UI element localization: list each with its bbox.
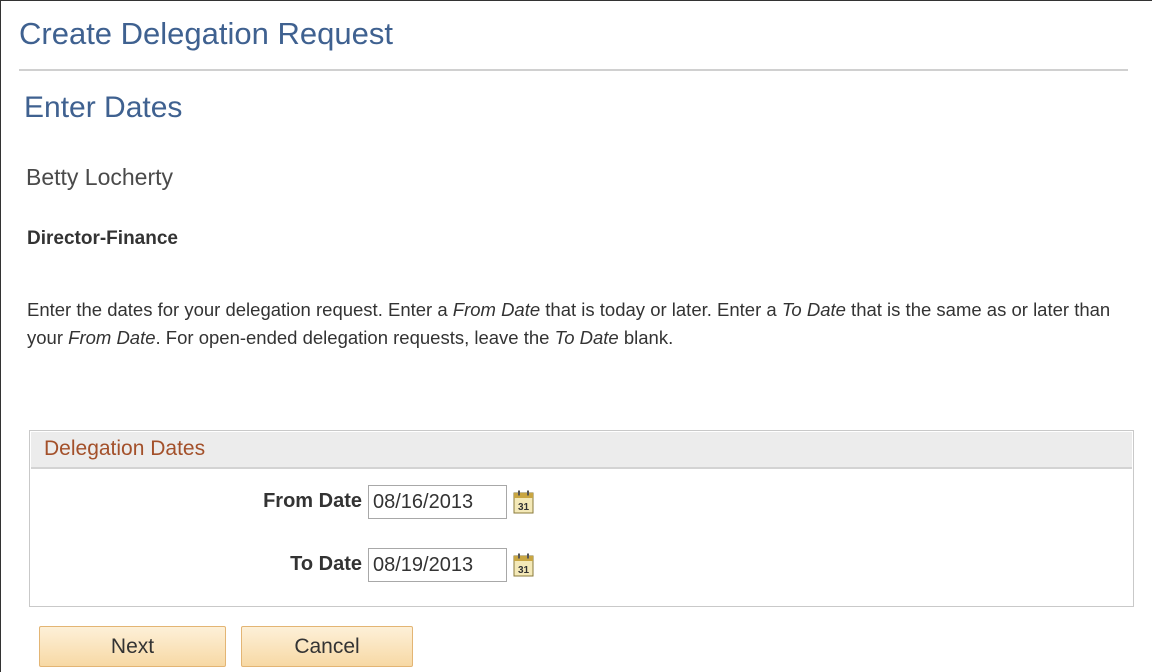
delegation-dates-header-label: Delegation Dates	[44, 437, 206, 460]
instructions-part: . For open-ended delegation requests, le…	[155, 327, 555, 348]
delegation-dates-group: Delegation Dates From Date 31 To Date 31	[29, 430, 1134, 607]
instructions-emphasis: From Date	[452, 299, 541, 320]
instructions-emphasis: To Date	[554, 327, 619, 348]
to-date-label: To Date	[290, 553, 362, 575]
to-date-input[interactable]	[368, 548, 507, 582]
page-title: Create Delegation Request	[19, 16, 393, 51]
instructions-emphasis: To Date	[781, 299, 846, 320]
instructions-emphasis: From Date	[68, 327, 156, 348]
person-name: Betty Locherty	[26, 164, 174, 190]
to-date-calendar-icon[interactable]: 31	[513, 553, 535, 577]
calendar-day-number: 31	[518, 565, 530, 576]
title-divider	[19, 69, 1128, 71]
from-date-label: From Date	[263, 490, 362, 512]
instructions-part: that is today or later. Enter a	[540, 299, 782, 320]
person-job-title: Director-Finance	[27, 228, 178, 249]
delegation-dates-header: Delegation Dates	[31, 432, 1132, 469]
next-button[interactable]: Next	[39, 626, 226, 667]
calendar-day-number: 31	[518, 502, 530, 513]
instructions-text: Enter the dates for your delegation requ…	[27, 296, 1127, 352]
instructions-part: blank.	[618, 327, 674, 348]
from-date-input[interactable]	[368, 485, 507, 519]
from-date-calendar-icon[interactable]: 31	[513, 490, 535, 514]
section-title: Enter Dates	[24, 91, 183, 124]
instructions-part: Enter the dates for your delegation requ…	[27, 299, 453, 320]
cancel-button[interactable]: Cancel	[241, 626, 413, 667]
